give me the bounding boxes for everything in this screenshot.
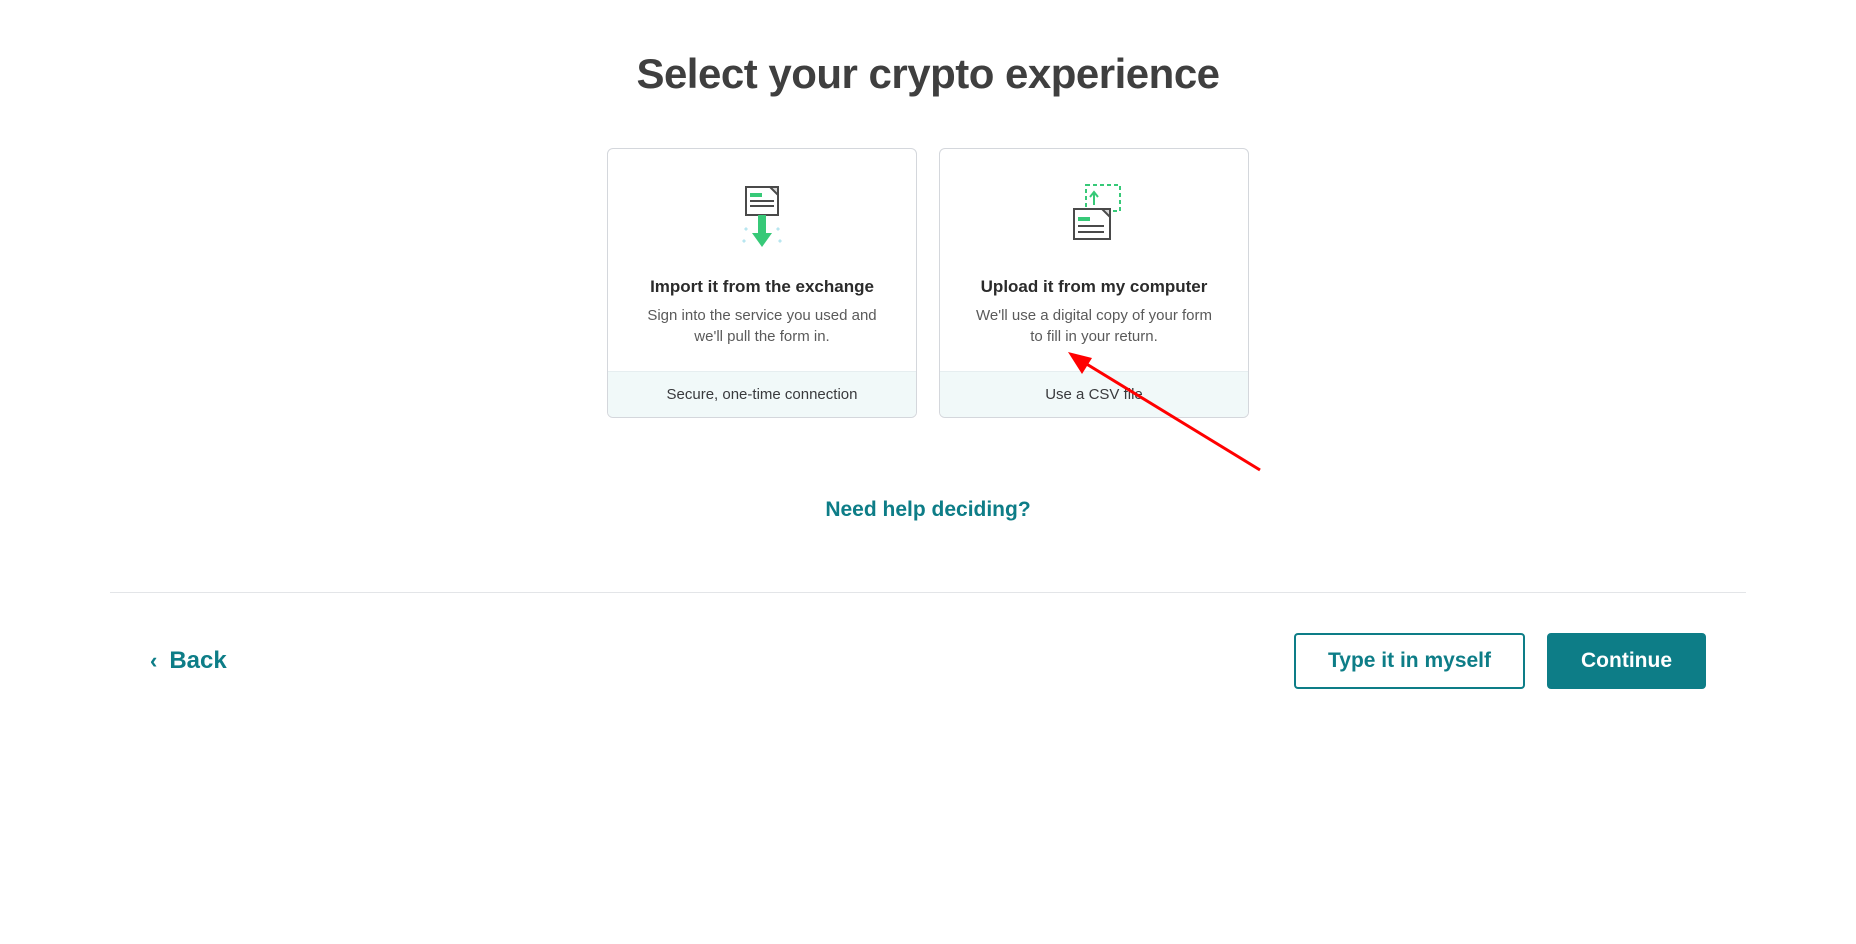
upload-card-description: We'll use a digital copy of your form to… [960, 305, 1228, 347]
continue-button[interactable]: Continue [1547, 633, 1706, 689]
chevron-left-icon: ‹ [150, 648, 157, 674]
import-exchange-card[interactable]: Import it from the exchange Sign into th… [607, 148, 917, 418]
upload-computer-card[interactable]: Upload it from my computer We'll use a d… [939, 148, 1249, 418]
back-button[interactable]: ‹ Back [150, 647, 227, 675]
import-card-footer: Secure, one-time connection [608, 371, 916, 417]
upload-document-icon [960, 179, 1228, 259]
type-myself-button[interactable]: Type it in myself [1294, 633, 1525, 689]
page-title: Select your crypto experience [0, 50, 1856, 98]
option-cards-row: Import it from the exchange Sign into th… [0, 148, 1856, 418]
upload-card-title: Upload it from my computer [960, 277, 1228, 297]
upload-card-footer: Use a CSV file [940, 371, 1248, 417]
footer-row: ‹ Back Type it in myself Continue [0, 593, 1856, 689]
back-button-label: Back [169, 647, 226, 675]
import-card-description: Sign into the service you used and we'll… [628, 305, 896, 347]
import-card-title: Import it from the exchange [628, 277, 896, 297]
import-document-icon [628, 179, 896, 259]
help-deciding-link[interactable]: Need help deciding? [0, 498, 1856, 522]
